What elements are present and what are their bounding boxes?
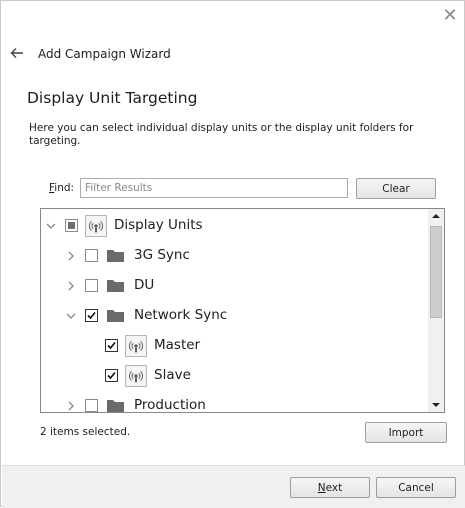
next-button[interactable]: Next — [290, 477, 370, 498]
page-description: Here you can select individual display u… — [29, 122, 414, 147]
close-icon[interactable]: ✕ — [441, 7, 459, 25]
chevron-right-icon[interactable] — [65, 400, 77, 412]
tree-node-slave[interactable]: Slave — [41, 361, 427, 391]
clear-button-label: Clear — [382, 182, 410, 195]
next-button-label: Next — [318, 482, 342, 494]
tree-checkbox-display-units[interactable] — [65, 219, 78, 232]
checkmark-icon — [87, 311, 96, 320]
clear-button[interactable]: Clear — [356, 178, 436, 199]
import-button[interactable]: Import — [365, 422, 447, 443]
folder-icon — [107, 310, 124, 322]
tree-node-label: Slave — [154, 367, 191, 383]
cancel-button[interactable]: Cancel — [376, 477, 456, 498]
selection-status: 2 items selected. — [40, 426, 131, 438]
tree-checkbox-production[interactable] — [85, 399, 98, 412]
display-unit-icon — [125, 365, 147, 387]
tree-node-label: Production — [134, 397, 206, 413]
triangle-down-icon — [432, 403, 440, 407]
folder-icon — [107, 280, 124, 292]
display-unit-tree[interactable]: Display Units 3G Sync DU Network Sync Ma… — [40, 208, 445, 413]
tree-node-label: Network Sync — [134, 307, 228, 323]
cancel-button-label: Cancel — [398, 481, 434, 494]
checkmark-icon — [107, 341, 116, 350]
scroll-thumb[interactable] — [430, 226, 442, 318]
chevron-down-icon[interactable] — [45, 220, 57, 232]
folder-icon — [107, 250, 124, 262]
chevron-right-icon[interactable] — [65, 280, 77, 292]
next-accel: N — [317, 481, 326, 494]
tree-node-3g-sync[interactable]: 3G Sync — [41, 241, 427, 271]
checkmark-icon — [107, 371, 116, 380]
tree-node-label: Display Units — [114, 217, 203, 233]
back-arrow-icon[interactable] — [9, 45, 25, 61]
wizard-window: ✕ Add Campaign Wizard Display Unit Targe… — [0, 0, 465, 508]
next-rest: ext — [325, 481, 343, 494]
tree-node-label: 3G Sync — [134, 247, 190, 263]
chevron-right-icon[interactable] — [65, 250, 77, 262]
find-label-rest: ind: — [54, 182, 75, 194]
filter-input[interactable] — [80, 178, 348, 198]
tree-checkbox-slave[interactable] — [105, 369, 118, 382]
folder-icon — [107, 400, 124, 412]
tree-checkbox-du[interactable] — [85, 279, 98, 292]
tree-checkbox-3g-sync[interactable] — [85, 249, 98, 262]
scroll-up-button[interactable] — [428, 209, 444, 223]
tree-node-du[interactable]: DU — [41, 271, 427, 301]
page-title: Display Unit Targeting — [27, 89, 198, 107]
tree-node-network-sync[interactable]: Network Sync — [41, 301, 427, 331]
tree-node-production[interactable]: Production — [41, 391, 427, 413]
scroll-down-button[interactable] — [428, 398, 444, 412]
chevron-down-icon[interactable] — [65, 310, 77, 322]
import-button-label: Import — [388, 426, 424, 439]
tree-checkbox-master[interactable] — [105, 339, 118, 352]
tree-node-display-units[interactable]: Display Units — [41, 211, 427, 241]
display-unit-icon — [85, 215, 107, 237]
wizard-title: Add Campaign Wizard — [38, 47, 171, 61]
tree-scrollbar[interactable] — [428, 209, 444, 412]
display-unit-icon — [125, 335, 147, 357]
tree-checkbox-network-sync[interactable] — [85, 309, 98, 322]
triangle-up-icon — [432, 214, 440, 218]
tree-node-master[interactable]: Master — [41, 331, 427, 361]
tree-node-label: DU — [134, 277, 155, 293]
find-label: Find: — [49, 182, 74, 194]
tree-node-label: Master — [154, 337, 201, 353]
